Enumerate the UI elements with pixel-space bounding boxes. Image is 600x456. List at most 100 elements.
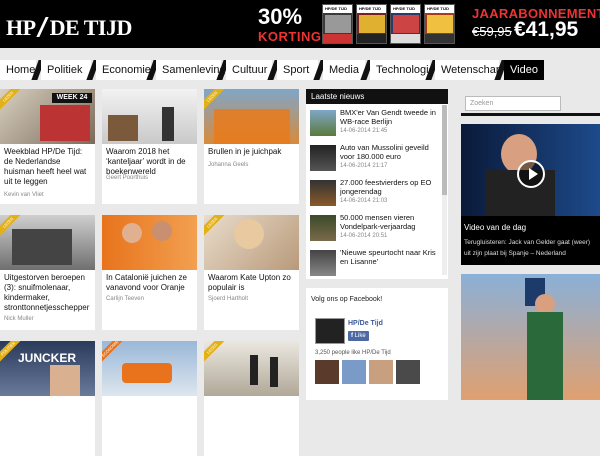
main-nav: Home Politiek Economie Samenleving Cultu… (0, 60, 600, 80)
news-time: 14-06-2014 20:51 (340, 233, 388, 239)
magazine-cover-1[interactable]: HP/DE TIJD (322, 4, 353, 44)
video-title[interactable]: Video van de dag (464, 223, 526, 232)
nav-item-video[interactable]: Video (504, 60, 544, 80)
article-title[interactable]: Weekblad HP/De Tijd: de Nederlandse huis… (4, 147, 92, 187)
news-item[interactable]: 'Nieuwe speurtocht naar Kris en Lisanne' (310, 247, 440, 279)
news-title[interactable]: BMX'er Van Gendt tweede in WB-race Berli… (340, 108, 440, 126)
article-author: Carlijn Teeven (106, 296, 144, 302)
news-thumbnail[interactable] (310, 180, 336, 206)
article-card[interactable]: JUNCKER POLITIEK (0, 341, 95, 456)
news-thumbnail[interactable] (310, 110, 336, 136)
play-icon[interactable] (517, 160, 545, 188)
news-time: 14-06-2014 21:45 (340, 128, 388, 134)
nav-item-cultuur[interactable]: Cultuur (226, 60, 272, 80)
article-card[interactable]: LEZEN (204, 341, 299, 456)
news-scrollbar-thumb[interactable] (442, 105, 447, 195)
promo-percent[interactable]: 30% (258, 6, 302, 28)
article-thumbnail[interactable]: WEEK 24 (0, 89, 95, 144)
article-title[interactable]: In Catalonië juichen ze vanavond voor Or… (106, 273, 194, 293)
logo-hp: HP (6, 15, 36, 40)
nav-item-home[interactable]: Home (0, 60, 36, 80)
nav-item-media[interactable]: Media (323, 60, 365, 80)
nav-item-sport[interactable]: Sport (277, 60, 318, 80)
logo-detijd: DE TIJD (49, 15, 133, 40)
fan-avatar[interactable] (396, 360, 420, 384)
fan-avatar[interactable] (342, 360, 366, 384)
news-thumbnail[interactable] (310, 145, 336, 171)
article-card[interactable]: WEEK 24 LEZEN Weekblad HP/De Tijd: de Ne… (0, 89, 95, 204)
article-thumbnail[interactable] (102, 215, 197, 270)
fan-avatar[interactable] (369, 360, 393, 384)
news-title[interactable]: 27.000 feestvierders op EO jongerendag (340, 178, 440, 196)
article-title[interactable]: Waarom 2018 het ‘kanteljaar’ wordt in de… (106, 147, 194, 177)
news-item[interactable]: 50.000 mensen vieren Vondelpark-verjaard… (310, 212, 440, 246)
site-logo[interactable]: HP DE TIJD (6, 13, 132, 41)
nav-item-technologie[interactable]: Technologie (370, 60, 435, 80)
facebook-like-count: 3,250 people like HP/De Tijd (315, 350, 391, 356)
search-input[interactable]: Zoeken (465, 96, 561, 111)
news-item[interactable]: Auto van Mussolini geveild voor 180.000 … (310, 142, 440, 176)
news-thumbnail[interactable] (310, 250, 336, 276)
video-description[interactable]: Terugluisteren: Jack van Gelder gaat (we… (464, 237, 598, 259)
magazine-masthead: HP/DE TIJD (391, 5, 420, 13)
article-author: Kevin van Vliet (4, 192, 44, 198)
article-thumbnail[interactable] (102, 89, 197, 144)
promo-old-price: €59,95 (472, 24, 512, 39)
article-card[interactable]: LEZEN Uitgestorven beroepen (3): snuifmo… (0, 215, 95, 330)
facebook-widget: Volg ons op Facebook! HP/De Tijd f Like … (306, 288, 448, 400)
article-card[interactable]: Waarom 2018 het ‘kanteljaar’ wordt in de… (102, 89, 197, 204)
article-author: Sjoerd Hartholt (208, 296, 249, 302)
news-title[interactable]: 50.000 mensen vieren Vondelpark-verjaard… (340, 213, 440, 231)
article-author: Nick Muller (4, 316, 34, 322)
thumb-label: WEEK 24 (52, 93, 92, 103)
fan-avatar[interactable] (315, 360, 339, 384)
article-card[interactable]: In Catalonië juichen ze vanavond voor Or… (102, 215, 197, 330)
article-thumbnail[interactable] (102, 341, 197, 396)
article-author: Geert Poorthuis (106, 175, 149, 181)
facebook-like-button[interactable]: f Like (348, 331, 369, 341)
logo-slash-icon (38, 16, 48, 38)
nav-item-politiek[interactable]: Politiek (41, 60, 91, 80)
news-title[interactable]: Auto van Mussolini geveild voor 180.000 … (340, 143, 440, 161)
facebook-page-logo[interactable] (315, 318, 345, 344)
magazine-cover-4[interactable]: HP/DE TIJD (424, 4, 455, 44)
magazine-cover-2[interactable]: HP/DE TIJD (356, 4, 387, 44)
article-thumbnail[interactable] (0, 215, 95, 270)
facebook-like-label: Like (354, 333, 366, 339)
magazine-masthead: HP/DE TIJD (323, 5, 352, 13)
article-title[interactable]: Brullen in je juichpak (208, 147, 296, 157)
nav-item-wetenschap[interactable]: Wetenschap (435, 60, 502, 80)
facebook-header: Volg ons op Facebook! (311, 296, 383, 303)
magazine-masthead: HP/DE TIJD (425, 5, 454, 13)
article-card[interactable]: LEZEN Brullen in je juichpak Johanna Gee… (204, 89, 299, 204)
news-item[interactable]: 27.000 feestvierders op EO jongerendag 1… (310, 177, 440, 211)
magazine-cover-3[interactable]: HP/DE TIJD (390, 4, 421, 44)
news-item[interactable]: BMX'er Van Gendt tweede in WB-race Berli… (310, 107, 440, 141)
article-author: Johanna Geels (208, 162, 249, 168)
article-thumbnail[interactable] (204, 341, 299, 396)
latest-news-header: Laatste nieuws (306, 89, 448, 104)
magazine-masthead: HP/DE TIJD (357, 5, 386, 13)
facebook-page-name[interactable]: HP/De Tijd (348, 320, 383, 327)
nav-item-economie[interactable]: Economie (96, 60, 151, 80)
site-header: HP DE TIJD 30% KORTING HP/DE TIJD HP/DE T… (0, 0, 600, 48)
news-scrollbar[interactable] (442, 105, 447, 275)
video-of-the-day[interactable]: Video van de dag Terugluisteren: Jack va… (461, 124, 600, 265)
news-title[interactable]: 'Nieuwe speurtocht naar Kris en Lisanne' (340, 248, 440, 266)
nav-item-samenleving[interactable]: Samenleving (156, 60, 226, 80)
promo-new-price[interactable]: €41,95 (514, 18, 578, 42)
article-thumbnail[interactable]: JUNCKER (0, 341, 95, 396)
article-thumbnail[interactable] (204, 89, 299, 144)
sidebar-divider (461, 113, 600, 116)
promo-korting[interactable]: KORTING (258, 29, 321, 44)
article-thumbnail[interactable] (204, 215, 299, 270)
article-title[interactable]: Waarom Kate Upton zo populair is (208, 273, 296, 293)
news-thumbnail[interactable] (310, 215, 336, 241)
news-time: 14-06-2014 21:17 (340, 163, 388, 169)
article-card[interactable]: ECONOMIE (102, 341, 197, 456)
sidebar-ad[interactable] (461, 274, 600, 400)
news-time: 14-06-2014 21:03 (340, 198, 388, 204)
thumb-label: JUNCKER (18, 351, 77, 365)
article-card[interactable]: LEZEN Waarom Kate Upton zo populair is S… (204, 215, 299, 330)
article-title[interactable]: Uitgestorven beroepen (3): snuifmolenaar… (4, 273, 92, 313)
